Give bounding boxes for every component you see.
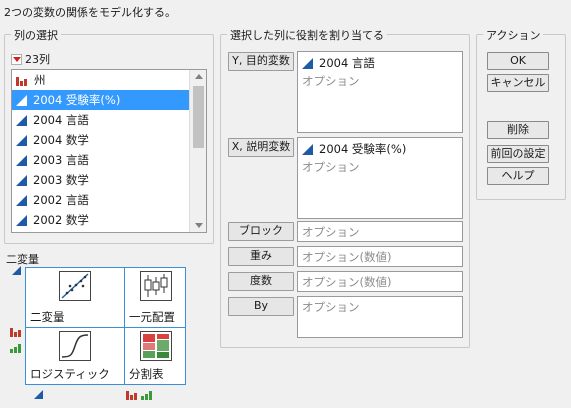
nominal-bars-icon bbox=[16, 75, 28, 86]
block-role-box[interactable]: オプション bbox=[297, 221, 463, 242]
bivariate-tile[interactable]: 二変量 bbox=[25, 267, 125, 328]
bivariate-title: 二変量 bbox=[6, 253, 39, 266]
list-item[interactable]: 2002 言語 bbox=[12, 190, 189, 210]
logistic-tile-label: ロジスティック bbox=[30, 367, 110, 381]
continuous-triangle-icon bbox=[16, 174, 27, 186]
y-role-box[interactable]: 2004 言語 オプション bbox=[297, 51, 463, 133]
continuous-triangle-icon bbox=[16, 134, 27, 146]
weight-role-box[interactable]: オプション(数値) bbox=[297, 246, 463, 267]
by-role-button[interactable]: By bbox=[228, 297, 294, 316]
y-role-entry[interactable]: 2004 言語 bbox=[302, 54, 458, 72]
continuous-triangle-icon bbox=[16, 114, 27, 126]
freq-role-box[interactable]: オプション(数値) bbox=[297, 271, 463, 292]
continuous-triangle-icon bbox=[302, 143, 313, 155]
list-item-label: 2004 数学 bbox=[33, 133, 89, 147]
nominal-bars-bottom-icon bbox=[126, 389, 138, 400]
scroll-up-arrow-icon[interactable] bbox=[195, 74, 203, 79]
list-item[interactable]: 2004 受験率(%) bbox=[12, 90, 189, 110]
mosaic-plot-icon bbox=[140, 331, 172, 361]
continuous-triangle-icon bbox=[16, 154, 27, 166]
list-item[interactable]: 2003 数学 bbox=[12, 170, 189, 190]
x-role-button[interactable]: X, 説明変数 bbox=[228, 138, 294, 157]
logistic-curve-icon bbox=[59, 331, 91, 361]
list-item-label: 2002 数学 bbox=[33, 213, 89, 227]
by-role-placeholder: オプション bbox=[302, 300, 360, 314]
column-select-title: 列の選択 bbox=[11, 27, 61, 43]
x-role-box[interactable]: 2004 受験率(%) オプション bbox=[297, 137, 463, 219]
freq-role-placeholder: オプション(数値) bbox=[302, 275, 392, 289]
boxplot-icon bbox=[140, 271, 172, 301]
column-list-scrollbar[interactable] bbox=[189, 70, 206, 232]
continuous-x-icon bbox=[12, 266, 21, 275]
list-item[interactable]: 2004 数学 bbox=[12, 130, 189, 150]
x-role-entry[interactable]: 2004 受験率(%) bbox=[302, 140, 458, 158]
y-role-button[interactable]: Y, 目的変数 bbox=[228, 52, 294, 71]
column-count-label: 23列 bbox=[25, 53, 50, 66]
platform-description: 2つの変数の関係をモデル化する。 bbox=[4, 6, 176, 19]
scatterplot-icon bbox=[59, 271, 91, 301]
ordinal-bars-icon bbox=[10, 342, 22, 353]
list-item-label: 州 bbox=[34, 73, 46, 87]
ordinal-bars-bottom-icon bbox=[141, 389, 153, 400]
nominal-bars-icon bbox=[10, 326, 22, 337]
column-count-dropdown[interactable]: 23列 bbox=[11, 51, 50, 67]
x-role-placeholder: オプション bbox=[302, 160, 360, 174]
continuous-x-bottom-icon bbox=[34, 390, 43, 399]
column-select-panel: 列の選択 23列 州 2004 受験率(%) 2004 言語 2004 数学 2003 … bbox=[4, 27, 214, 244]
logistic-tile[interactable]: ロジスティック bbox=[25, 327, 125, 385]
y-role-placeholder: オプション bbox=[302, 74, 360, 88]
x-role-value: 2004 受験率(%) bbox=[319, 142, 407, 156]
scroll-thumb[interactable] bbox=[193, 86, 204, 148]
column-list[interactable]: 州 2004 受験率(%) 2004 言語 2004 数学 2003 言語 2003 数学… bbox=[11, 69, 207, 233]
list-item-label: 2002 言語 bbox=[33, 193, 89, 207]
y-role-value: 2004 言語 bbox=[319, 56, 375, 70]
ok-button[interactable]: OK bbox=[487, 52, 549, 70]
continuous-triangle-icon bbox=[16, 214, 27, 226]
continuous-triangle-icon bbox=[16, 194, 27, 206]
block-role-placeholder: オプション bbox=[302, 225, 360, 239]
list-item-label: 2003 数学 bbox=[33, 173, 89, 187]
actions-title: アクション bbox=[483, 27, 544, 43]
oneway-tile-label: 一元配置 bbox=[129, 310, 175, 324]
block-role-button[interactable]: ブロック bbox=[228, 222, 294, 241]
bivariate-tile-label: 二変量 bbox=[30, 310, 65, 324]
continuous-triangle-icon bbox=[302, 57, 313, 69]
by-role-box[interactable]: オプション bbox=[297, 296, 463, 338]
red-triangle-menu-icon[interactable] bbox=[11, 53, 22, 65]
cancel-button[interactable]: キャンセル bbox=[487, 74, 549, 92]
list-item[interactable]: 2004 言語 bbox=[12, 110, 189, 130]
list-item-label: 2003 言語 bbox=[33, 153, 89, 167]
freq-role-button[interactable]: 度数 bbox=[228, 272, 294, 291]
scroll-down-arrow-icon[interactable] bbox=[195, 223, 203, 228]
oneway-tile[interactable]: 一元配置 bbox=[124, 267, 186, 328]
contingency-tile[interactable]: 分割表 bbox=[124, 327, 186, 385]
weight-role-placeholder: オプション(数値) bbox=[302, 250, 392, 264]
weight-role-button[interactable]: 重み bbox=[228, 247, 294, 266]
roles-title: 選択した列に役割を割り当てる bbox=[227, 27, 387, 43]
help-button[interactable]: ヘルプ bbox=[487, 167, 549, 185]
list-item[interactable]: 2002 数学 bbox=[12, 210, 189, 230]
list-item[interactable]: 州 bbox=[12, 70, 189, 90]
list-item-label: 2004 受験率(%) bbox=[33, 93, 121, 107]
contingency-tile-label: 分割表 bbox=[129, 367, 164, 381]
list-item-label: 2004 言語 bbox=[33, 113, 89, 127]
remove-button[interactable]: 削除 bbox=[487, 121, 549, 139]
continuous-triangle-icon bbox=[16, 94, 27, 106]
list-item[interactable]: 2003 言語 bbox=[12, 150, 189, 170]
recall-button[interactable]: 前回の設定 bbox=[487, 145, 549, 163]
